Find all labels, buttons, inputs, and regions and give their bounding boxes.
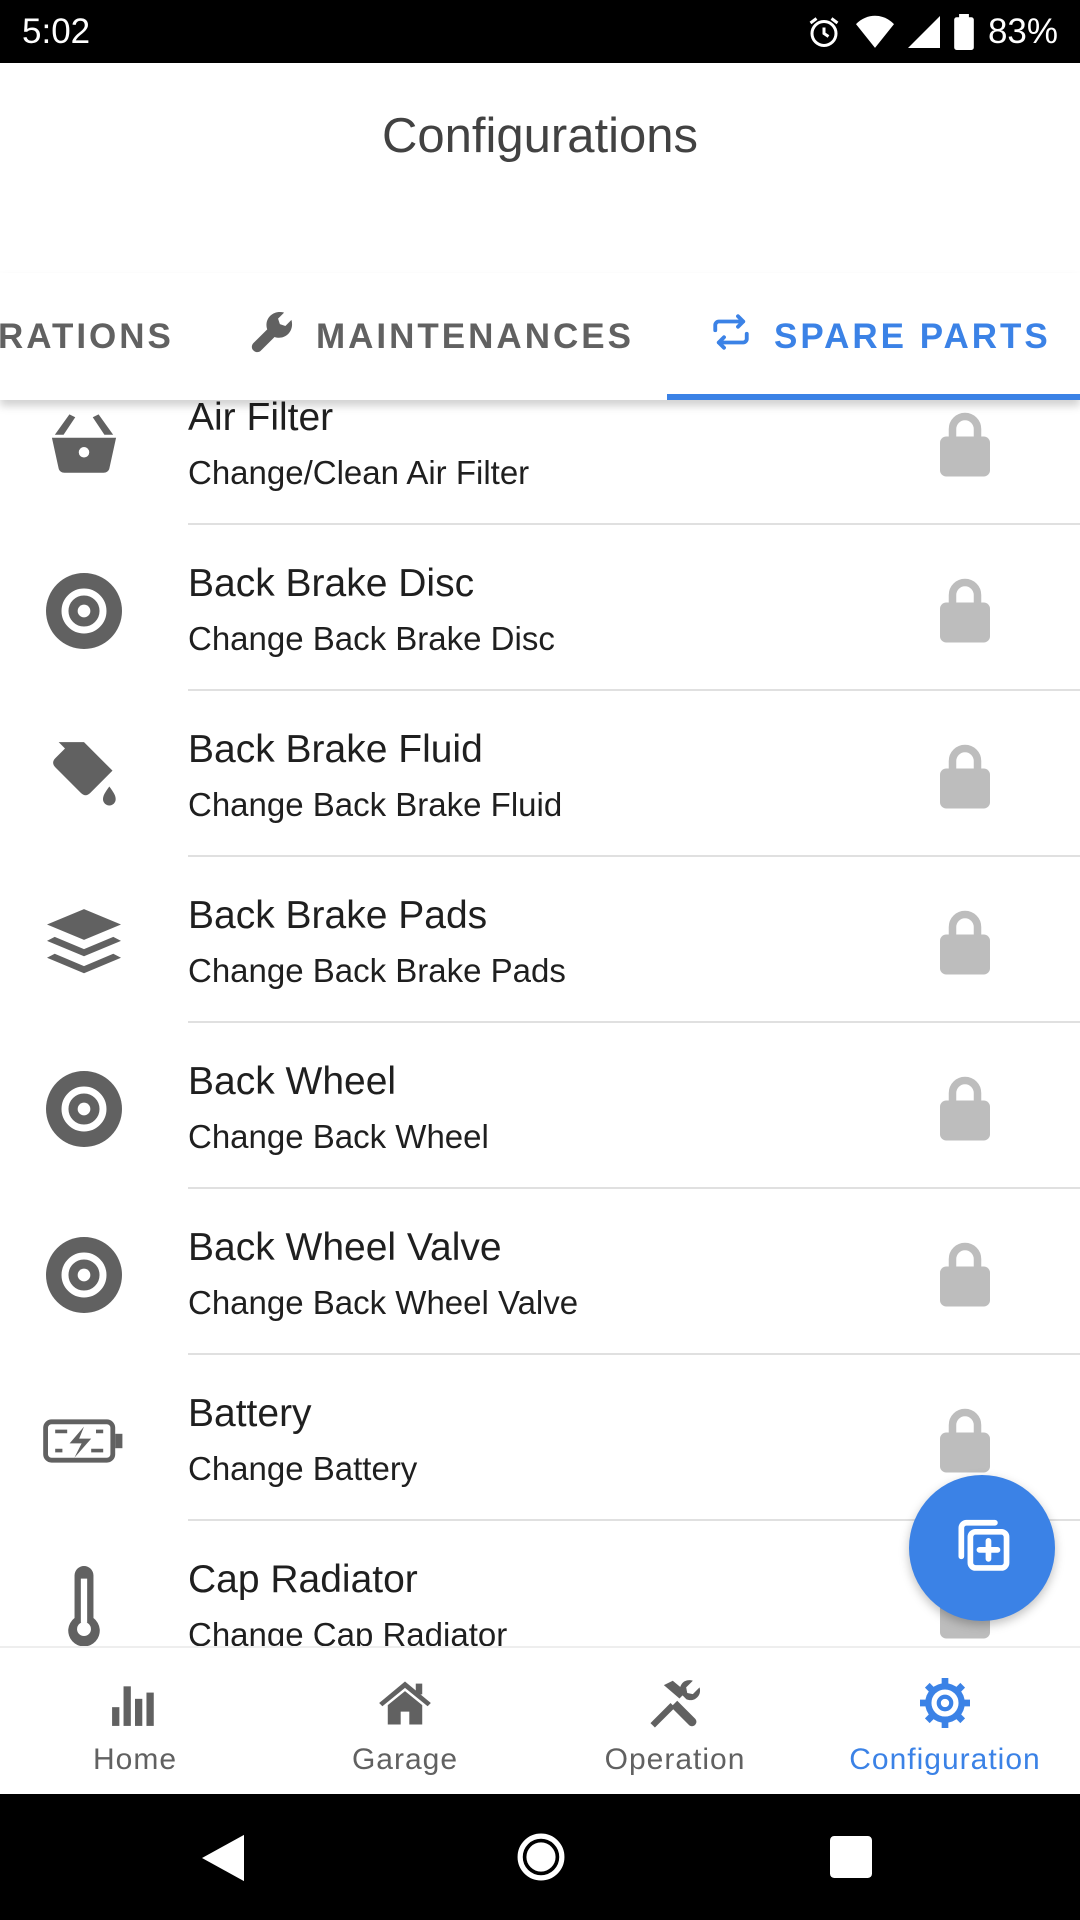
cog-icon (920, 1648, 970, 1733)
disc-icon (42, 1067, 126, 1151)
nav-label: Operation (604, 1743, 746, 1776)
recents-square-icon[interactable] (830, 1836, 872, 1883)
status-time: 5:02 (22, 11, 91, 51)
item-subtitle: Change Back Wheel (188, 1118, 489, 1155)
home-circle-icon[interactable] (516, 1832, 566, 1887)
wrench-icon (250, 310, 316, 363)
tab-spare-parts[interactable]: SPARE PARTS (710, 273, 1051, 400)
item-title: Battery (188, 1392, 312, 1435)
item-subtitle: Change Battery (188, 1450, 418, 1487)
nav-operation[interactable]: Operation (540, 1648, 810, 1796)
app-header: Configurations RATIONS MAINTENANCES SPAR… (0, 63, 1080, 400)
battery-charging-icon (42, 1399, 126, 1483)
item-title: Back Brake Disc (188, 562, 475, 605)
nav-home[interactable]: Home (0, 1648, 270, 1796)
nav-configuration[interactable]: Configuration (810, 1648, 1080, 1796)
paint-bucket-icon (42, 735, 126, 819)
lock-icon (940, 1075, 990, 1146)
item-subtitle: Change Back Brake Disc (188, 620, 555, 657)
lock-icon (940, 577, 990, 648)
page-title: Configurations (382, 109, 698, 163)
status-icons: 83% (806, 12, 1058, 52)
status-bar: 5:02 83% (0, 0, 1080, 63)
bottom-navigation: Home Garage Operation Configuration (0, 1646, 1080, 1794)
disc-icon (42, 1233, 126, 1317)
signal-icon (907, 15, 940, 49)
tab-label: MAINTENANCES (316, 316, 634, 356)
wifi-icon (855, 15, 894, 49)
item-subtitle: Change Back Brake Pads (188, 952, 566, 989)
lock-icon (940, 743, 990, 814)
item-subtitle: Change Cap Radiator (188, 1616, 508, 1646)
nav-label: Configuration (849, 1743, 1041, 1776)
item-subtitle: Change Back Wheel Valve (188, 1284, 579, 1321)
add-copy-icon (951, 1515, 1013, 1582)
item-title: Back Brake Pads (188, 894, 488, 937)
spare-parts-list: Air Filter Change/Clean Air Filter Back … (0, 359, 1080, 1646)
bar-chart-icon (110, 1648, 160, 1733)
item-subtitle: Change/Clean Air Filter (188, 454, 530, 491)
swap-icon (710, 314, 774, 359)
back-icon[interactable] (202, 1834, 244, 1887)
system-navigation-bar (0, 1794, 1080, 1920)
nav-label: Garage (351, 1743, 459, 1776)
list-item[interactable]: Back Brake Disc Change Back Brake Disc (0, 525, 1080, 691)
tab-label: SPARE PARTS (774, 316, 1051, 356)
alarm-icon (806, 14, 842, 50)
list-item[interactable]: Back Brake Fluid Change Back Brake Fluid (0, 691, 1080, 857)
list-item[interactable]: Back Wheel Valve Change Back Wheel Valve (0, 1189, 1080, 1355)
nav-garage[interactable]: Garage (270, 1648, 540, 1796)
lock-icon (940, 411, 990, 482)
layers-icon (42, 901, 126, 985)
item-title: Air Filter (188, 396, 334, 439)
nav-label: Home (92, 1743, 178, 1776)
lock-icon (940, 1407, 990, 1478)
list-item[interactable]: Back Wheel Change Back Wheel (0, 1023, 1080, 1189)
house-icon (377, 1648, 433, 1733)
list-item[interactable]: Battery Change Battery (0, 1355, 1080, 1521)
item-title: Back Brake Fluid (188, 728, 483, 771)
thermometer-icon (42, 1565, 126, 1646)
add-spare-part-button[interactable] (909, 1475, 1055, 1621)
lock-icon (940, 909, 990, 980)
tab-label: RATIONS (0, 316, 174, 356)
battery-percent: 83% (987, 11, 1058, 51)
disc-icon (42, 569, 126, 653)
item-subtitle: Change Back Brake Fluid (188, 786, 563, 823)
lock-icon (940, 1241, 990, 1312)
item-title: Cap Radiator (188, 1558, 418, 1601)
tab-indicator (667, 394, 1080, 400)
item-title: Back Wheel Valve (188, 1226, 502, 1269)
battery-icon (954, 13, 974, 50)
tools-icon (646, 1648, 704, 1733)
tab-operations[interactable]: RATIONS (0, 273, 174, 400)
tab-bar: RATIONS MAINTENANCES SPARE PARTS (0, 273, 1080, 400)
basket-icon (42, 403, 126, 487)
tab-maintenances[interactable]: MAINTENANCES (250, 273, 634, 400)
item-title: Back Wheel (188, 1060, 397, 1103)
list-item[interactable]: Back Brake Pads Change Back Brake Pads (0, 857, 1080, 1023)
